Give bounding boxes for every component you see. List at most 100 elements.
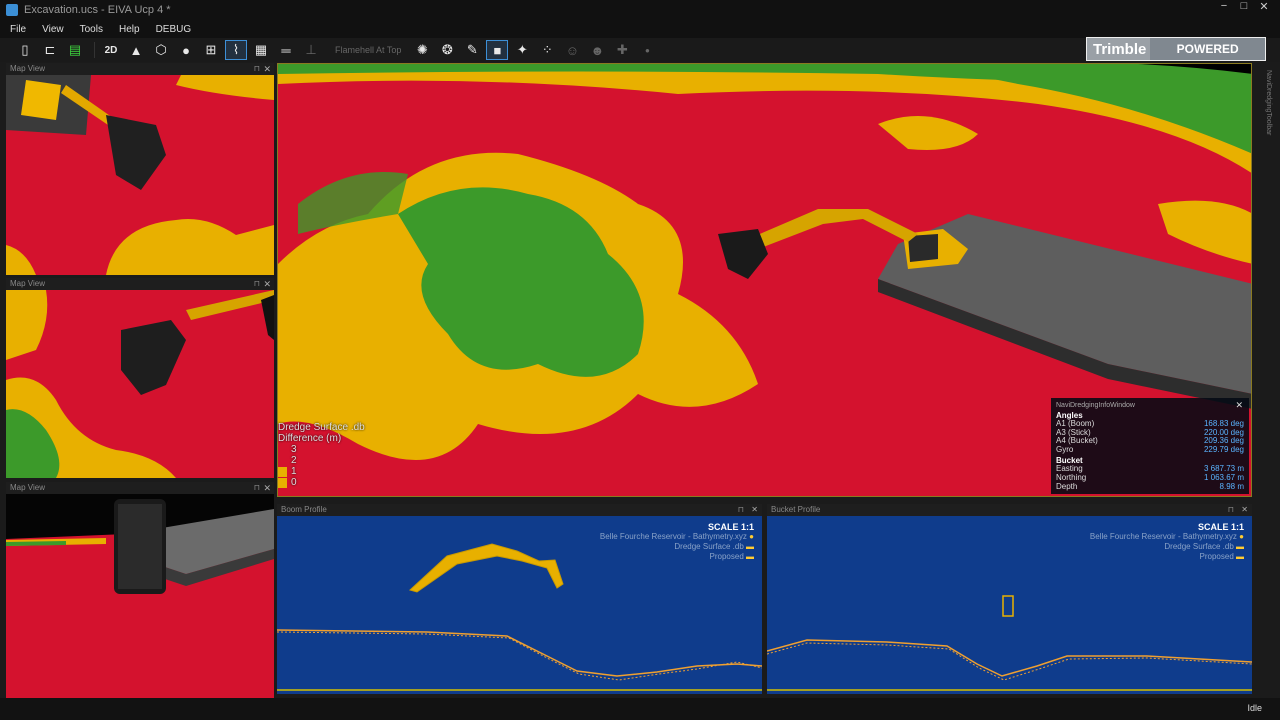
status-text: Idle bbox=[1247, 703, 1262, 713]
legend-label: 1 bbox=[291, 466, 297, 477]
crane-icon[interactable]: ⊥ bbox=[300, 40, 322, 60]
panel-header: Map View ⊓ ✕ bbox=[6, 63, 274, 75]
bucket-profile-panel[interactable]: Bucket Profile ⊓ ✕ SCALE 1:1 Belle Fourc… bbox=[767, 504, 1252, 694]
north-arrow-icon[interactable]: ▲ bbox=[125, 40, 147, 60]
close-icon[interactable]: ✕ bbox=[1235, 400, 1243, 411]
menu-view[interactable]: View bbox=[42, 24, 64, 35]
camera-mode-label[interactable]: Flamehell At Top bbox=[335, 45, 401, 55]
legend-title: Dredge Surface .db bbox=[278, 422, 365, 433]
menu-help[interactable]: Help bbox=[119, 24, 140, 35]
smiley-icon[interactable]: ☺ bbox=[561, 40, 583, 60]
info-value: 8.98 m bbox=[1219, 481, 1244, 491]
info-row: Northing 1 063.67 m bbox=[1056, 473, 1244, 483]
dredging-info-window: NaviDredgingInfoWindow ✕ Angles A1 (Boom… bbox=[1051, 398, 1249, 494]
menu-tools[interactable]: Tools bbox=[80, 24, 103, 35]
info-label: Gyro bbox=[1056, 444, 1074, 454]
panel-title: Boom Profile bbox=[281, 505, 327, 514]
menu-debug[interactable]: DEBUG bbox=[156, 24, 192, 35]
legend-swatch bbox=[278, 444, 287, 455]
dredging-toolbar-tab[interactable]: NaviDredgingToolbar bbox=[1258, 70, 1272, 150]
maximize-button[interactable]: □ bbox=[1234, 0, 1254, 13]
view-2d-button[interactable]: 2D bbox=[100, 40, 122, 60]
title-bar: Excavation.ucs - EIVA Ucp 4 * − □ ✕ bbox=[0, 0, 1280, 20]
panel-header: Boom Profile ⊓ ✕ bbox=[277, 504, 762, 516]
status-bar: Idle bbox=[0, 698, 1280, 720]
map-view-2-scene bbox=[6, 290, 274, 478]
info-value: 229.79 deg bbox=[1203, 444, 1244, 454]
close-icon[interactable]: ✕ bbox=[263, 278, 271, 290]
face-icon[interactable]: ☻ bbox=[586, 40, 608, 60]
pin-icon[interactable]: ⊓ bbox=[254, 63, 260, 75]
legend-label: 3 bbox=[291, 444, 297, 455]
menu-bar: File View Tools Help DEBUG bbox=[0, 20, 1280, 38]
legend-swatch bbox=[278, 455, 287, 466]
close-icon[interactable]: ✕ bbox=[751, 504, 758, 516]
pin-icon[interactable]: ⊓ bbox=[254, 482, 260, 494]
map-view-1-scene bbox=[6, 75, 274, 275]
map-view-2-canvas[interactable] bbox=[6, 290, 274, 478]
tag-icon[interactable]: ✦ bbox=[511, 40, 533, 60]
app-icon bbox=[6, 4, 18, 16]
info-window-title: NaviDredgingInfoWindow bbox=[1056, 402, 1135, 409]
map-view-3-scene bbox=[6, 494, 274, 698]
map-outline-icon[interactable]: ⌇ bbox=[225, 40, 247, 60]
legend-label: 0 bbox=[291, 477, 297, 488]
nodes-icon[interactable]: ⁘ bbox=[536, 40, 558, 60]
remove-point-icon[interactable]: • bbox=[636, 40, 658, 60]
globe-icon[interactable]: ● bbox=[175, 40, 197, 60]
window-title: Excavation.ucs - EIVA Ucp 4 * bbox=[24, 4, 171, 16]
surface-legend: Dredge Surface .db Difference (m) 3 2 1 … bbox=[278, 422, 365, 488]
close-window-button[interactable]: ✕ bbox=[1254, 0, 1274, 13]
window-controls: − □ ✕ bbox=[1214, 0, 1274, 13]
boom-profile-plot bbox=[277, 543, 762, 691]
panel-header: Map View ⊓ ✕ bbox=[6, 482, 274, 494]
panel-header: Bucket Profile ⊓ ✕ bbox=[767, 504, 1252, 516]
legend-item: 0 bbox=[278, 477, 365, 488]
mesh-grid-icon[interactable]: ▦ bbox=[250, 40, 272, 60]
add-point-icon[interactable]: ✚ bbox=[611, 40, 633, 60]
trimble-logo: Trimble POWERED bbox=[1086, 37, 1266, 61]
info-row: Gyro 229.79 deg bbox=[1056, 444, 1244, 455]
info-row: Depth 8.98 m bbox=[1056, 481, 1244, 492]
toolbar-separator bbox=[94, 42, 95, 58]
legend-item: 3 bbox=[278, 444, 365, 455]
pin-icon[interactable]: ⊓ bbox=[738, 504, 744, 516]
minimize-button[interactable]: − bbox=[1214, 0, 1234, 13]
new-file-icon[interactable]: ▯ bbox=[14, 40, 36, 60]
legend-swatch bbox=[278, 466, 287, 477]
close-icon[interactable]: ✕ bbox=[263, 482, 271, 494]
legend-item: 2 bbox=[278, 455, 365, 466]
palette-icon[interactable]: ❂ bbox=[436, 40, 458, 60]
ruler-icon[interactable]: ═ bbox=[275, 40, 297, 60]
panel-title: Map View bbox=[10, 64, 45, 73]
close-icon[interactable]: ✕ bbox=[1241, 504, 1248, 516]
map-view-1-canvas[interactable] bbox=[6, 75, 274, 275]
trimble-brand: Trimble bbox=[1087, 38, 1151, 60]
cube-3d-icon[interactable]: ⬡ bbox=[150, 40, 172, 60]
pin-icon[interactable]: ⊓ bbox=[254, 278, 260, 290]
boom-profile-panel[interactable]: Boom Profile ⊓ ✕ SCALE 1:1 Belle Fourche… bbox=[277, 504, 762, 694]
sun-icon[interactable]: ✺ bbox=[411, 40, 433, 60]
bucket-profile-plot bbox=[767, 595, 1252, 691]
map-view-panel-1: Map View ⊓ ✕ bbox=[6, 63, 274, 275]
map-view-3-canvas[interactable] bbox=[6, 494, 274, 698]
grid-icon[interactable]: ⊞ bbox=[200, 40, 222, 60]
info-label: Depth bbox=[1056, 481, 1078, 491]
map-view-panel-2: Map View ⊓ ✕ bbox=[6, 278, 274, 478]
panel-title: Bucket Profile bbox=[771, 505, 821, 514]
close-icon[interactable]: ✕ bbox=[263, 63, 271, 75]
panel-header: Map View ⊓ ✕ bbox=[6, 278, 274, 290]
pin-icon[interactable]: ⊓ bbox=[1228, 504, 1234, 516]
map-view-panel-3: Map View ⊓ ✕ bbox=[6, 482, 274, 698]
panel-title: Map View bbox=[10, 483, 45, 492]
legend-item: 1 bbox=[278, 466, 365, 477]
legend-label: 2 bbox=[291, 455, 297, 466]
trimble-powered: POWERED bbox=[1150, 38, 1265, 60]
legend-subtitle: Difference (m) bbox=[278, 433, 342, 444]
legend-swatch bbox=[278, 477, 287, 488]
menu-file[interactable]: File bbox=[10, 24, 26, 35]
brush-icon[interactable]: ✎ bbox=[461, 40, 483, 60]
open-folder-icon[interactable]: ⊏ bbox=[39, 40, 61, 60]
layer-icon[interactable]: ■ bbox=[486, 40, 509, 60]
save-icon[interactable]: ▤ bbox=[64, 40, 86, 60]
